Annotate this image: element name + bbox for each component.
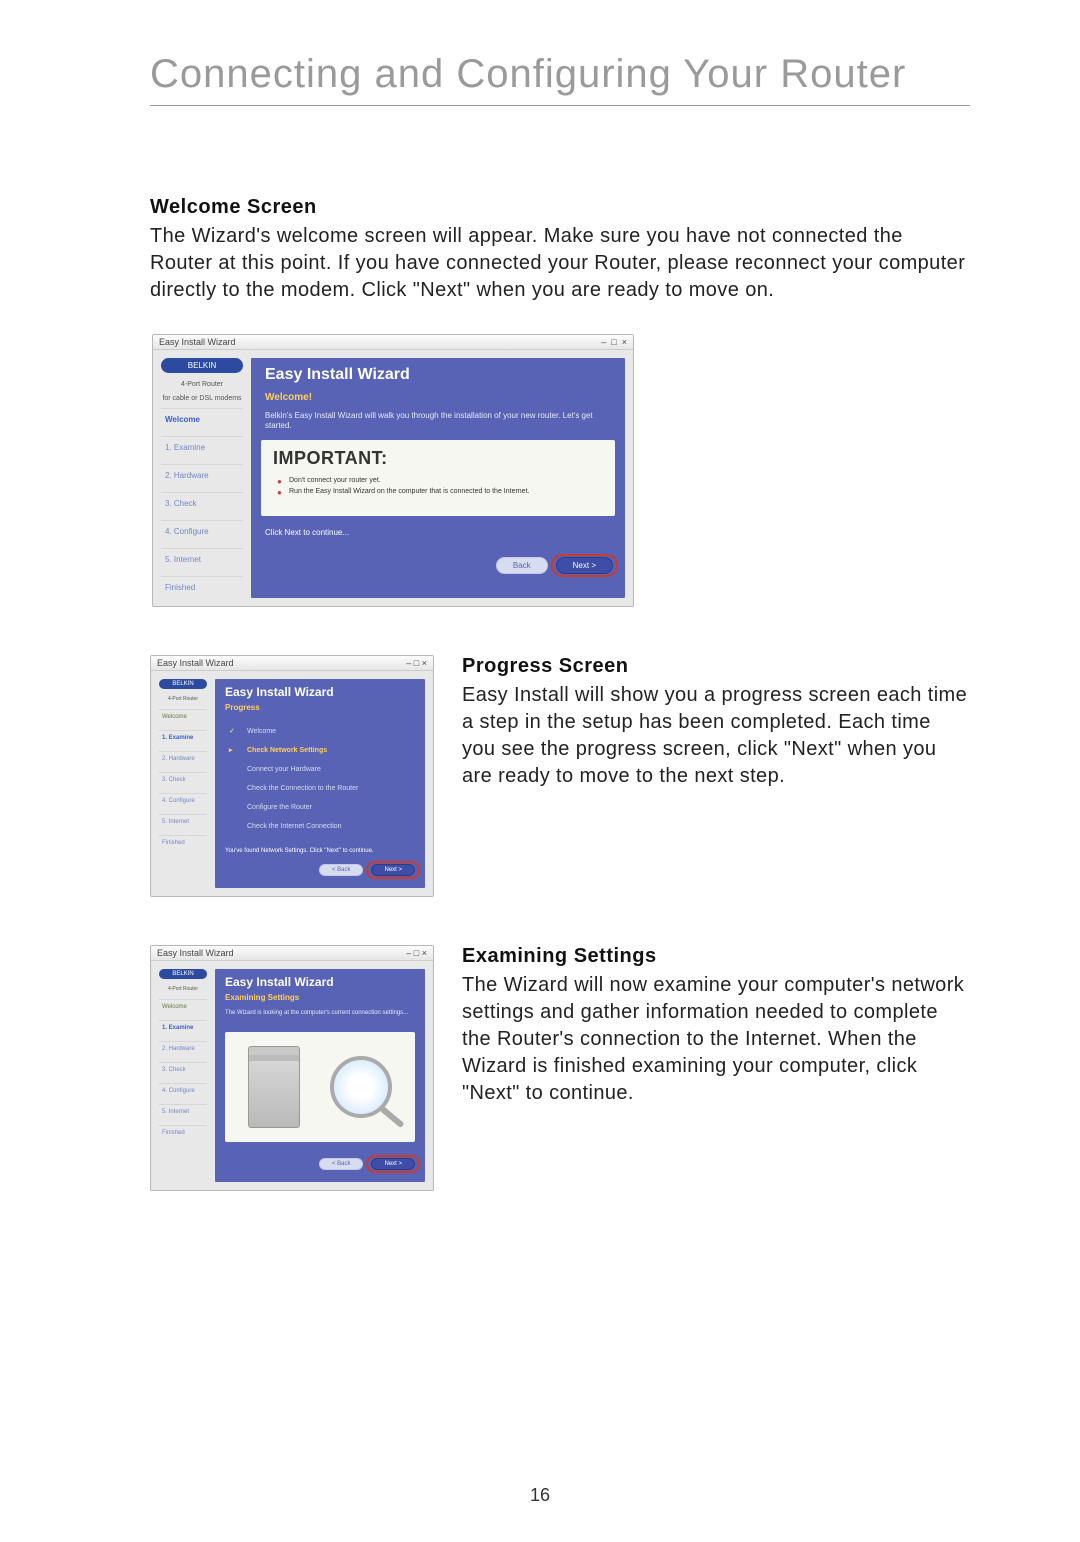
page-number: 16 — [0, 1485, 1080, 1506]
screenshot-progress: Easy Install Wizard – □ × BELKIN 4-Port … — [150, 655, 434, 897]
important-bullet-2: Run the Easy Install Wizard on the compu… — [289, 488, 603, 495]
product-sub: for cable or DSL modems — [161, 395, 243, 403]
wizard-content-welcome: Easy Install Wizard Welcome! Belkin's Ea… — [251, 358, 625, 598]
window-title-text: Easy Install Wizard — [159, 337, 236, 347]
sidebar-step-finished: Finished — [161, 576, 243, 598]
sidebar-step: 3. Check — [159, 1062, 207, 1077]
welcome-body: The Wizard's welcome screen will appear.… — [150, 223, 970, 304]
progress-step: Welcome — [229, 722, 411, 741]
sidebar-step-examine: 1. Examine — [161, 436, 243, 458]
sidebar-step: Welcome — [159, 709, 207, 724]
window-titlebar: Easy Install Wizard – □ × — [151, 946, 433, 961]
sidebar-step: 4. Configure — [159, 1083, 207, 1098]
progress-body: Easy Install will show you a progress sc… — [462, 682, 970, 790]
title-rule — [150, 105, 970, 106]
next-button[interactable]: Next > — [371, 1158, 415, 1170]
sidebar-step: 3. Check — [159, 772, 207, 787]
brand-logo: BELKIN — [159, 679, 207, 689]
brand-logo: BELKIN — [159, 969, 207, 979]
product-name: 4-Port Router — [159, 697, 207, 703]
continue-text: You've found Network Settings. Click "Ne… — [215, 844, 425, 854]
examining-row: Easy Install Wizard – □ × BELKIN 4-Port … — [150, 945, 970, 1191]
wizard-banner: Easy Install Wizard — [251, 358, 625, 390]
examining-body: The Wizard will now examine your compute… — [462, 972, 970, 1107]
page-title: Connecting and Configuring Your Router — [150, 52, 970, 97]
important-title: IMPORTANT: — [273, 448, 603, 469]
wizard-sidebar: BELKIN 4-Port Router Welcome 1. Examine … — [159, 969, 207, 1182]
progress-list: Welcome Check Network Settings Connect y… — [215, 718, 425, 844]
continue-text: Click Next to continue... — [251, 524, 625, 537]
sidebar-step-configure: 4. Configure — [161, 520, 243, 542]
screenshot-welcome: Easy Install Wizard – □ × BELKIN 4-Port … — [152, 334, 634, 607]
sidebar-step: 2. Hardware — [159, 751, 207, 766]
wizard-banner: Easy Install Wizard — [215, 969, 425, 993]
product-name: 4-Port Router — [161, 381, 243, 389]
progress-step: Check Network Settings — [229, 741, 411, 760]
window-controls: – □ × — [601, 337, 627, 347]
window-controls: – □ × — [406, 948, 427, 958]
window-title-text: Easy Install Wizard — [157, 658, 234, 668]
window-title-text: Easy Install Wizard — [157, 948, 234, 958]
wizard-sidebar: BELKIN 4-Port Router for cable or DSL mo… — [161, 358, 243, 598]
highlight-ring-icon — [366, 1155, 420, 1173]
back-button[interactable]: < Back — [319, 1158, 364, 1170]
important-block: IMPORTANT: Don't connect your router yet… — [261, 440, 615, 516]
progress-row: Easy Install Wizard – □ × BELKIN 4-Port … — [150, 655, 970, 897]
sidebar-step: 1. Examine — [159, 730, 207, 745]
sidebar-step: 5. Internet — [159, 814, 207, 829]
wizard-sidebar: BELKIN 4-Port Router Welcome 1. Examine … — [159, 679, 207, 888]
sidebar-step: 4. Configure — [159, 793, 207, 808]
wizard-description: The Wizard is looking at the computer's … — [215, 1008, 425, 1026]
wizard-content-examining: Easy Install Wizard Examining Settings T… — [215, 969, 425, 1182]
magnifying-glass-icon — [330, 1056, 392, 1118]
sidebar-step-hardware: 2. Hardware — [161, 464, 243, 486]
progress-step: Check the Internet Connection — [229, 817, 411, 836]
progress-step: Connect your Hardware — [229, 760, 411, 779]
document-page: Connecting and Configuring Your Router W… — [0, 0, 1080, 1542]
welcome-heading: Welcome Screen — [150, 196, 970, 219]
next-button[interactable]: Next > — [371, 864, 415, 876]
window-titlebar: Easy Install Wizard – □ × — [153, 335, 633, 350]
important-bullet-1: Don't connect your router yet. — [289, 477, 603, 484]
wizard-subtitle: Examining Settings — [215, 993, 425, 1008]
sidebar-step: Finished — [159, 1125, 207, 1140]
next-button[interactable]: Next > — [556, 557, 613, 574]
progress-step: Check the Connection to the Router — [229, 779, 411, 798]
progress-step: Configure the Router — [229, 798, 411, 817]
window-controls: – □ × — [406, 658, 427, 668]
highlight-ring-icon — [551, 554, 618, 577]
sidebar-step: 1. Examine — [159, 1020, 207, 1035]
back-button[interactable]: Back — [496, 557, 548, 574]
sidebar-step-internet: 5. Internet — [161, 548, 243, 570]
wizard-subtitle: Welcome! — [251, 390, 625, 409]
wizard-description: Belkin's Easy Install Wizard will walk y… — [251, 409, 625, 440]
product-name: 4-Port Router — [159, 987, 207, 993]
window-titlebar: Easy Install Wizard – □ × — [151, 656, 433, 671]
highlight-ring-icon — [366, 861, 420, 879]
wizard-subtitle: Progress — [215, 703, 425, 718]
sidebar-step: 2. Hardware — [159, 1041, 207, 1056]
back-button[interactable]: < Back — [319, 864, 364, 876]
brand-logo: BELKIN — [161, 358, 243, 373]
wizard-banner: Easy Install Wizard — [215, 679, 425, 703]
sidebar-step: Finished — [159, 835, 207, 850]
examining-heading: Examining Settings — [462, 945, 970, 968]
wizard-content-progress: Easy Install Wizard Progress Welcome Che… — [215, 679, 425, 888]
sidebar-step-check: 3. Check — [161, 492, 243, 514]
sidebar-step: 5. Internet — [159, 1104, 207, 1119]
sidebar-step-welcome: Welcome — [161, 408, 243, 430]
sidebar-step: Welcome — [159, 999, 207, 1014]
screenshot-examining: Easy Install Wizard – □ × BELKIN 4-Port … — [150, 945, 434, 1191]
progress-heading: Progress Screen — [462, 655, 970, 678]
computer-tower-icon — [248, 1046, 300, 1128]
examining-illustration — [225, 1032, 415, 1142]
